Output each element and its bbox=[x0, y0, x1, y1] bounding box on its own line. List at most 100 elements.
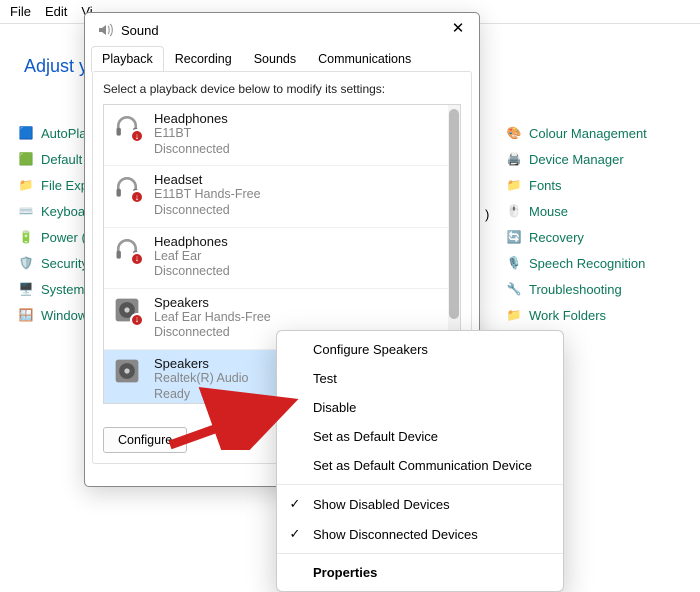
cp-link-icon: 🖱️ bbox=[506, 203, 522, 219]
cp-link-label: System bbox=[41, 282, 84, 297]
device-name: Headphones bbox=[154, 111, 230, 126]
menu-file[interactable]: File bbox=[10, 4, 31, 19]
cp-link[interactable]: 🔋Power ( bbox=[18, 229, 88, 245]
menu-item[interactable]: Configure Speakers bbox=[277, 335, 563, 364]
cp-link[interactable]: 🔄 Recovery bbox=[506, 229, 647, 245]
context-menu: Configure Speakers Test Disable Set as Defa… bbox=[276, 330, 564, 592]
cp-link[interactable]: 🖥️System bbox=[18, 281, 88, 297]
device-row[interactable]: HeadphonesLeaf EarDisconnected bbox=[104, 228, 460, 289]
scroll-thumb[interactable] bbox=[449, 109, 459, 319]
device-sub1: E11BT bbox=[154, 126, 230, 142]
cp-link[interactable]: 📁 Work Folders bbox=[506, 307, 647, 323]
menu-edit[interactable]: Edit bbox=[45, 4, 67, 19]
menu-item[interactable]: Set as Default Communication Device bbox=[277, 451, 563, 480]
device-sub1: E11BT Hands-Free bbox=[154, 187, 261, 203]
device-sub1: Leaf Ear bbox=[154, 249, 230, 265]
device-sub2: Disconnected bbox=[154, 203, 261, 219]
device-name: Headset bbox=[154, 172, 261, 187]
menu-item-label: Test bbox=[313, 371, 337, 386]
cp-link[interactable]: 🛡️ Security bbox=[18, 255, 88, 271]
menu-separator bbox=[277, 553, 563, 554]
cp-link-label: Work Folders bbox=[529, 308, 606, 323]
cp-link-icon: 🟩 bbox=[18, 151, 34, 167]
menu-item[interactable]: Set as Default Device bbox=[277, 422, 563, 451]
menu-item-label: Disable bbox=[313, 400, 356, 415]
cp-link-label: Speech Recognition bbox=[529, 256, 645, 271]
configure-button[interactable]: Configure bbox=[103, 427, 187, 453]
tab-recording[interactable]: Recording bbox=[164, 46, 243, 72]
cp-link-icon: 🛡️ bbox=[18, 255, 34, 271]
tab-playback[interactable]: Playback bbox=[91, 46, 164, 72]
cp-link[interactable]: 🖱️Mouse bbox=[506, 203, 647, 219]
menu-item[interactable]: Test bbox=[277, 364, 563, 393]
cp-link-icon: 🖨️ bbox=[506, 151, 522, 167]
cp-link[interactable]: 🎨 Colour Management bbox=[506, 125, 647, 141]
menu-item[interactable]: Disable bbox=[277, 393, 563, 422]
dialog-titlebar: Sound ✕ bbox=[85, 13, 479, 45]
menu-item-label: Configure Speakers bbox=[313, 342, 428, 357]
cp-link-label: Device Manager bbox=[529, 152, 624, 167]
device-icon bbox=[112, 356, 142, 386]
dialog-title: Sound bbox=[121, 23, 441, 38]
cp-link[interactable]: 🟦 AutoPla bbox=[18, 125, 88, 141]
device-name: Speakers bbox=[154, 295, 271, 310]
menu-item-label: Properties bbox=[313, 565, 377, 580]
close-icon[interactable]: ✕ bbox=[449, 21, 467, 39]
device-name: Speakers bbox=[154, 356, 249, 371]
cp-link-label: Power ( bbox=[41, 230, 86, 245]
cp-link[interactable]: 🎙️ Speech Recognition bbox=[506, 255, 647, 271]
tab-sounds[interactable]: Sounds bbox=[243, 46, 307, 72]
cp-left-column: 🟦 AutoPla 🟩Default 📁 File Exp ⌨️ Keyboa 🔋Power … bbox=[18, 125, 88, 323]
cp-link[interactable]: 🪟Window bbox=[18, 307, 88, 323]
cp-right-column: 🎨 Colour Management 🖨️ Device Manager 📁 Fonts… bbox=[506, 125, 647, 323]
cp-link-label: Troubleshooting bbox=[529, 282, 622, 297]
truncated-paren: ) bbox=[485, 207, 489, 222]
device-icon bbox=[112, 295, 142, 325]
cp-link-label: AutoPla bbox=[41, 126, 87, 141]
cp-link[interactable]: 🔧Troubleshooting bbox=[506, 281, 647, 297]
device-sub2: Disconnected bbox=[154, 325, 271, 341]
menu-item-label: Show Disconnected Devices bbox=[313, 527, 478, 542]
cp-link-icon: 🎨 bbox=[506, 125, 522, 141]
cp-link[interactable]: ⌨️ Keyboa bbox=[18, 203, 88, 219]
cp-link-label: Recovery bbox=[529, 230, 584, 245]
cp-link[interactable]: 📁 File Exp bbox=[18, 177, 88, 193]
cp-link-icon: 📁 bbox=[18, 177, 34, 193]
menu-separator bbox=[277, 484, 563, 485]
cp-link[interactable]: 🖨️ Device Manager bbox=[506, 151, 647, 167]
disconnected-badge bbox=[130, 190, 144, 204]
cp-link-label: Colour Management bbox=[529, 126, 647, 141]
device-name: Headphones bbox=[154, 234, 230, 249]
device-sub1: Leaf Ear Hands-Free bbox=[154, 310, 271, 326]
cp-link-label: Security bbox=[41, 256, 88, 271]
cp-link-icon: 📁 bbox=[506, 307, 522, 323]
cp-link-icon: 🟦 bbox=[18, 125, 34, 141]
tab-communications[interactable]: Communications bbox=[307, 46, 422, 72]
cp-link-icon: 🪟 bbox=[18, 307, 34, 323]
menu-item[interactable]: ✓ Show Disconnected Devices bbox=[277, 519, 563, 549]
check-icon: ✓ bbox=[287, 526, 303, 542]
device-row[interactable]: HeadsetE11BT Hands-FreeDisconnected bbox=[104, 166, 460, 227]
device-icon bbox=[112, 234, 142, 264]
disconnected-badge bbox=[130, 252, 144, 266]
device-sub1: Realtek(R) Audio bbox=[154, 371, 249, 387]
cp-link-icon: 📁 bbox=[506, 177, 522, 193]
disconnected-badge bbox=[130, 313, 144, 327]
page-title-fragment: Adjust y bbox=[24, 56, 88, 77]
menu-item[interactable]: Properties bbox=[277, 558, 563, 587]
menu-item-label: Set as Default Communication Device bbox=[313, 458, 532, 473]
cp-link-icon: 🔄 bbox=[506, 229, 522, 245]
menu-item-label: Set as Default Device bbox=[313, 429, 438, 444]
cp-link-label: File Exp bbox=[41, 178, 88, 193]
device-sub2: Disconnected bbox=[154, 142, 230, 158]
cp-link[interactable]: 📁 Fonts bbox=[506, 177, 647, 193]
cp-link-icon: ⌨️ bbox=[18, 203, 34, 219]
disconnected-badge bbox=[130, 129, 144, 143]
device-row[interactable]: HeadphonesE11BTDisconnected bbox=[104, 105, 460, 166]
cp-link-icon: 🎙️ bbox=[506, 255, 522, 271]
cp-link[interactable]: 🟩Default bbox=[18, 151, 88, 167]
cp-link-label: Fonts bbox=[529, 178, 562, 193]
instructions: Select a playback device below to modify… bbox=[103, 82, 461, 96]
menu-item[interactable]: ✓Show Disabled Devices bbox=[277, 489, 563, 519]
cp-link-label: Keyboa bbox=[41, 204, 85, 219]
